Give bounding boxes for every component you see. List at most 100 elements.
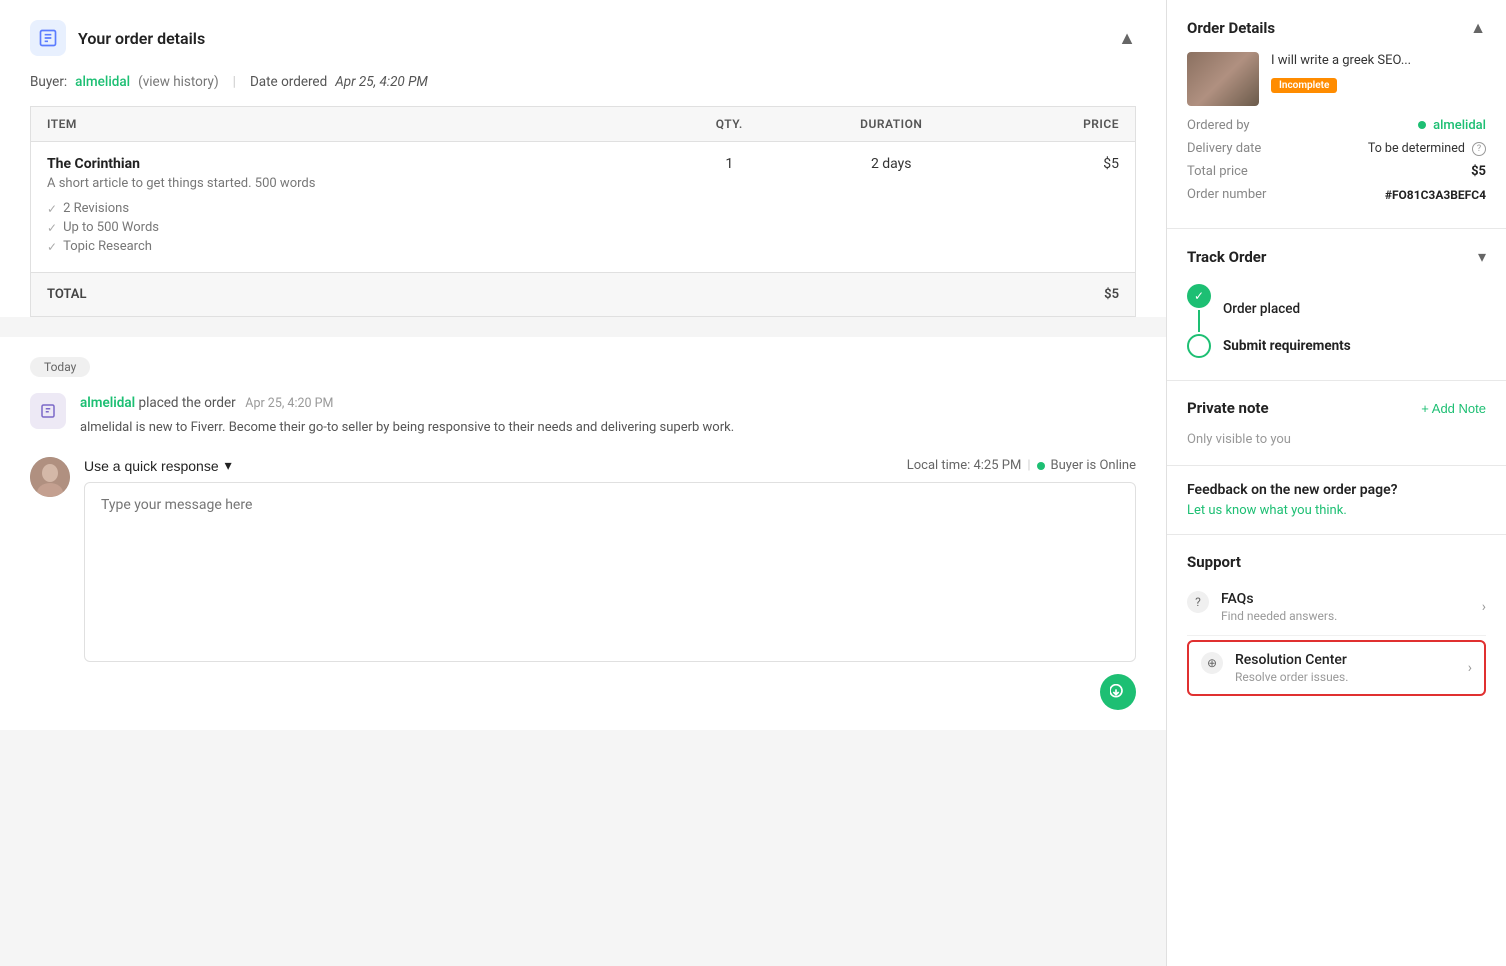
order-icon — [30, 20, 66, 56]
delivery-date-value: To be determined ? — [1368, 141, 1486, 156]
compose-right: Use a quick response ▾ Local time: 4:25 … — [84, 457, 1136, 710]
resolution-center-item[interactable]: ⊕ Resolution Center Resolve order issues… — [1187, 640, 1486, 696]
col-qty: QTY. — [667, 107, 792, 142]
activity-text: almelidal placed the order Apr 25, 4:20 … — [80, 393, 734, 437]
step-label-2: Submit requirements — [1223, 338, 1351, 354]
item-features: ✓ 2 Revisions ✓ Up to 500 Words ✓ Topic … — [47, 201, 651, 254]
delivery-date-label: Delivery date — [1187, 141, 1261, 156]
order-number-value: #FO81C3A3BEFC4 — [1385, 188, 1486, 202]
resolution-desc: Resolve order issues. — [1235, 670, 1348, 684]
total-row: TOTAL $5 — [31, 273, 1136, 317]
date-label: Date ordered — [250, 74, 327, 90]
activity-message: almelidal is new to Fiverr. Become their… — [80, 418, 734, 438]
item-name: The Corinthian — [47, 156, 651, 172]
help-icon: ? — [1472, 142, 1486, 156]
faq-item-left: ? FAQs Find needed answers. — [1187, 591, 1337, 623]
message-input[interactable] — [84, 482, 1136, 662]
today-badge: Today — [30, 357, 90, 377]
col-item: ITEM — [31, 107, 667, 142]
order-gig-title: I will write a greek SEO... — [1271, 52, 1411, 70]
track-steps: ✓ Order placed Submit requirements — [1187, 280, 1486, 362]
total-price-value: $5 — [1471, 164, 1486, 179]
total-price-row: Total price $5 — [1187, 164, 1486, 179]
step-circle-done: ✓ — [1187, 284, 1211, 308]
faq-chevron-icon: › — [1482, 599, 1486, 615]
private-note-section: Private note + Add Note Only visible to … — [1167, 381, 1506, 466]
resolution-icon: ⊕ — [1201, 652, 1223, 674]
step-circle-pending — [1187, 334, 1211, 358]
resolution-item-left: ⊕ Resolution Center Resolve order issues… — [1201, 652, 1348, 684]
send-button[interactable] — [1100, 674, 1136, 710]
message-compose: Use a quick response ▾ Local time: 4:25 … — [30, 457, 1136, 710]
item-duration: 2 days — [792, 142, 991, 273]
delivery-date-row: Delivery date To be determined ? — [1187, 141, 1486, 156]
activity-actor: almelidal — [80, 395, 135, 411]
sidebar: Order Details ▲ I will write a greek SEO… — [1166, 0, 1506, 966]
avatar — [30, 457, 70, 497]
step-line — [1198, 310, 1200, 332]
view-history-link[interactable]: (view history) — [138, 74, 219, 90]
col-duration: DURATION — [792, 107, 991, 142]
chat-section: Today almelidal placed the order Apr 25,… — [0, 337, 1166, 730]
order-details-section: Your order details ▲ Buyer: almelidal (v… — [0, 0, 1166, 317]
sidebar-order-title: Order Details — [1187, 19, 1275, 37]
buyer-name-link[interactable]: almelidal — [75, 74, 130, 90]
feature-research: ✓ Topic Research — [47, 239, 651, 254]
support-section: Support ? FAQs Find needed answers. › ⊕ … — [1167, 535, 1506, 714]
feedback-title: Feedback on the new order page? — [1187, 482, 1486, 498]
activity-time: Apr 25, 4:20 PM — [239, 396, 333, 411]
item-price: $5 — [991, 142, 1136, 273]
online-status: Local time: 4:25 PM | Buyer is Online — [907, 458, 1136, 473]
total-label: TOTAL — [31, 273, 667, 317]
track-order-chevron-icon[interactable]: ▾ — [1478, 247, 1486, 266]
private-note-desc: Only visible to you — [1187, 432, 1291, 447]
separator: | — [233, 74, 236, 90]
feature-words: ✓ Up to 500 Words — [47, 220, 651, 235]
check-icon-3: ✓ — [47, 240, 57, 254]
step-label-1: Order placed — [1223, 301, 1300, 317]
faq-desc: Find needed answers. — [1221, 609, 1337, 623]
status-badge: Incomplete — [1271, 78, 1337, 93]
check-icon-2: ✓ — [47, 221, 57, 235]
faq-icon: ? — [1187, 591, 1209, 613]
private-note-title: Private note — [1187, 399, 1269, 417]
faq-item[interactable]: ? FAQs Find needed answers. › — [1187, 579, 1486, 636]
faq-title: FAQs — [1221, 591, 1337, 607]
activity-icon — [30, 393, 66, 429]
col-price: PRICE — [991, 107, 1136, 142]
buyer-label: Buyer: — [30, 74, 67, 90]
date-value: Apr 25, 4:20 PM — [335, 74, 428, 90]
order-number-row: Order number #FO81C3A3BEFC4 — [1187, 187, 1486, 202]
resolution-chevron-icon: › — [1468, 660, 1472, 676]
collapse-button[interactable]: ▲ — [1118, 28, 1136, 49]
support-title: Support — [1187, 553, 1241, 571]
feedback-section: Feedback on the new order page? Let us k… — [1167, 466, 1506, 535]
track-order-section: Track Order ▾ ✓ Order placed Submit requ… — [1167, 229, 1506, 381]
ordered-by-value: almelidal — [1418, 118, 1486, 133]
ordered-by-row: Ordered by almelidal — [1187, 118, 1486, 133]
total-value: $5 — [991, 273, 1136, 317]
order-preview: I will write a greek SEO... Incomplete — [1187, 52, 1486, 106]
ordered-by-label: Ordered by — [1187, 118, 1250, 133]
total-price-label: Total price — [1187, 164, 1248, 179]
order-thumbnail — [1187, 52, 1259, 106]
activity-action: placed the order — [138, 395, 235, 411]
separator: | — [1027, 458, 1030, 473]
table-row: The Corinthian A short article to get th… — [31, 142, 1136, 273]
item-desc: A short article to get things started. 5… — [47, 176, 651, 191]
add-note-button[interactable]: + Add Note — [1421, 401, 1486, 416]
quick-response-button[interactable]: Use a quick response ▾ — [84, 457, 232, 474]
step-icon-wrap-1: ✓ — [1187, 284, 1211, 334]
sidebar-order-details: Order Details ▲ I will write a greek SEO… — [1167, 0, 1506, 229]
feature-revisions: ✓ 2 Revisions — [47, 201, 651, 216]
resolution-title: Resolution Center — [1235, 652, 1348, 668]
check-icon-1: ✓ — [47, 202, 57, 216]
step-icon-wrap-2 — [1187, 334, 1211, 358]
feedback-link[interactable]: Let us know what you think. — [1187, 503, 1347, 518]
track-order-title: Track Order — [1187, 248, 1266, 266]
dropdown-arrow-icon: ▾ — [225, 457, 232, 474]
track-step-2: Submit requirements — [1187, 334, 1486, 358]
activity-entry: almelidal placed the order Apr 25, 4:20 … — [30, 393, 1136, 437]
item-qty: 1 — [667, 142, 792, 273]
sidebar-order-chevron-icon[interactable]: ▲ — [1470, 18, 1486, 38]
